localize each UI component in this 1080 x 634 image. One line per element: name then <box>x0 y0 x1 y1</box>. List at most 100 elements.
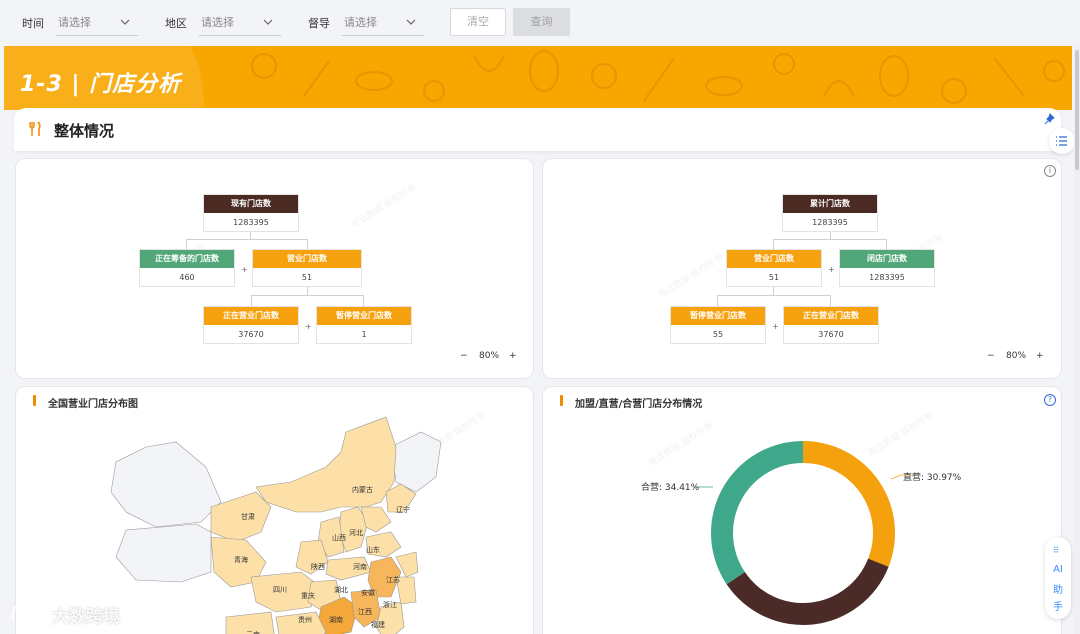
tree-connector <box>886 239 887 249</box>
supervisor-select-placeholder: 请选择 <box>344 16 377 29</box>
filter-bar: 时间 请选择 地区 请选择 督导 请选择 清空 查询 <box>0 0 1080 46</box>
province-label: 重庆 <box>301 591 315 600</box>
ai-assistant-label: 助 <box>1053 585 1063 596</box>
tree-node-preparing[interactable]: 正在筹备的门店数 460 <box>139 249 235 287</box>
tree-node-business[interactable]: 营业门店数 51 <box>726 249 822 287</box>
grid-dots-icon: ⠿ <box>1053 546 1059 555</box>
brand-logo-icon <box>11 605 43 621</box>
brand-logo: 大数跨境 <box>10 600 150 627</box>
donut-chart[interactable]: 直营: 30.97% 合营: 34.41% <box>543 387 1062 634</box>
tree-node-closed[interactable]: 闭店门店数 1283395 <box>839 249 935 287</box>
tree-node-operating[interactable]: 正在营业门店数 37670 <box>203 306 299 344</box>
tree-node-operating[interactable]: 正在营业门店数 37670 <box>783 306 879 344</box>
region-select-placeholder: 请选择 <box>201 16 234 29</box>
province-label: 湖南 <box>329 615 343 624</box>
tree-connector <box>250 231 251 239</box>
tree-connector <box>251 295 252 306</box>
pin-icon[interactable] <box>1042 111 1060 127</box>
tree-node-root[interactable]: 现有门店数 1283395 <box>203 194 299 232</box>
tree-node-label: 正在营业门店数 <box>204 307 298 325</box>
province-label: 贵州 <box>298 615 312 624</box>
tree-node-root[interactable]: 累计门店数 1283395 <box>782 194 878 232</box>
tree-node-label: 暂停营业门店数 <box>317 307 411 325</box>
map-region[interactable] <box>110 441 222 528</box>
tree-node-value: 460 <box>179 273 195 282</box>
watermark: 观远数据 版权所有 <box>656 252 726 301</box>
zoom-out-button[interactable]: − <box>460 351 468 361</box>
tree-connector <box>307 287 308 295</box>
zoom-out-button[interactable]: − <box>987 351 995 361</box>
province-label: 河南 <box>353 562 367 571</box>
tree-connector <box>717 295 830 296</box>
info-icon[interactable]: i <box>1044 165 1056 177</box>
province-label: 云南 <box>246 630 260 634</box>
tree-node-value: 1 <box>361 330 367 339</box>
plus-operator: + <box>241 265 248 274</box>
tree-node-paused[interactable]: 暂停营业门店数 55 <box>670 306 766 344</box>
store-tree-card-current: 观远数据 版权所有 观远数据 版权所有 现有门店数 1283395 正在筹备的门… <box>15 158 534 379</box>
brand-logo-text: 大数跨境 <box>52 607 120 627</box>
query-button[interactable]: 查询 <box>513 8 570 36</box>
tree-node-value: 1283395 <box>812 218 848 227</box>
tree-connector <box>773 239 774 249</box>
tree-node-label: 累计门店数 <box>783 195 877 213</box>
region-select[interactable]: 请选择 <box>199 9 281 36</box>
china-map[interactable]: 内蒙古 辽宁 甘肃 河北 山西 青海 山东 陕西 河南 江苏 四川 湖北 安徽 … <box>96 412 456 634</box>
province-label: 安徽 <box>361 588 375 597</box>
section-header: 整体情况 <box>14 108 1061 151</box>
time-select-placeholder: 请选择 <box>58 16 91 29</box>
ai-assistant-button[interactable]: ⠿ AI 助 手 <box>1045 537 1071 619</box>
zoom-level: 80% <box>1006 351 1027 361</box>
store-type-donut-card: 加盟/直营/合营门店分布情况 ? 观远数据 版权所有 观远数据 版权所有 直营:… <box>542 386 1062 634</box>
tree-node-value: 51 <box>301 273 313 282</box>
store-tree-card-cumulative: 观远数据 版权所有 观远数据 版权所有 i 累计门店数 1283395 营业门店… <box>542 158 1062 379</box>
donut-slice[interactable] <box>803 441 895 567</box>
province-label: 青海 <box>234 555 248 564</box>
chevron-down-icon <box>406 19 416 25</box>
page-banner: 1-3 | 门店分析 <box>4 46 1072 110</box>
province-label: 浙江 <box>383 600 397 609</box>
map-region[interactable] <box>255 416 397 513</box>
plus-operator: + <box>828 265 835 274</box>
time-filter-label: 时间 <box>22 17 44 30</box>
province-label: 甘肃 <box>241 512 255 521</box>
donut-slice[interactable] <box>711 441 803 585</box>
tree-connector <box>830 231 831 239</box>
ai-assistant-label: 手 <box>1053 602 1063 613</box>
province-label: 陕西 <box>311 562 325 571</box>
province-label: 湖北 <box>334 585 348 594</box>
tree-connector <box>830 295 831 306</box>
clear-button[interactable]: 清空 <box>450 8 506 36</box>
supervisor-select[interactable]: 请选择 <box>342 9 424 36</box>
watermark: 观远数据 版权所有 <box>349 182 419 231</box>
tree-connector <box>773 239 886 240</box>
province-label: 福建 <box>371 620 385 629</box>
time-select[interactable]: 请选择 <box>56 9 138 36</box>
title-accent-bar <box>33 395 36 406</box>
zoom-in-button[interactable]: + <box>1036 351 1044 361</box>
zoom-control: − 80% + <box>979 347 1053 369</box>
map-region[interactable] <box>115 523 212 583</box>
zoom-control: − 80% + <box>452 347 526 369</box>
plus-operator: + <box>772 322 779 331</box>
tree-connector <box>251 295 364 296</box>
page-title: 1-3 | 门店分析 <box>20 72 182 97</box>
tree-node-label: 正在营业门店数 <box>784 307 878 325</box>
map-region[interactable] <box>390 431 442 493</box>
tree-node-label: 正在筹备的门店数 <box>140 250 234 268</box>
list-icon[interactable] <box>1049 128 1075 154</box>
province-label: 江西 <box>358 608 372 616</box>
tree-connector <box>186 239 187 249</box>
tree-node-paused[interactable]: 暂停营业门店数 1 <box>316 306 412 344</box>
tree-node-value: 1283395 <box>233 218 269 227</box>
store-map-card: 全国营业门店分布图 观远数据 版权所有 观远数据 版权所有 <box>15 386 534 634</box>
tree-connector <box>186 239 308 240</box>
scrollbar-thumb[interactable] <box>1075 50 1079 170</box>
tree-node-value: 51 <box>768 273 780 282</box>
donut-slice[interactable] <box>726 558 889 625</box>
map-title: 全国营业门店分布图 <box>48 399 138 410</box>
region-filter-label: 地区 <box>165 17 187 30</box>
tree-node-value: 1283395 <box>869 273 905 282</box>
zoom-in-button[interactable]: + <box>509 351 517 361</box>
tree-node-business[interactable]: 营业门店数 51 <box>252 249 362 287</box>
